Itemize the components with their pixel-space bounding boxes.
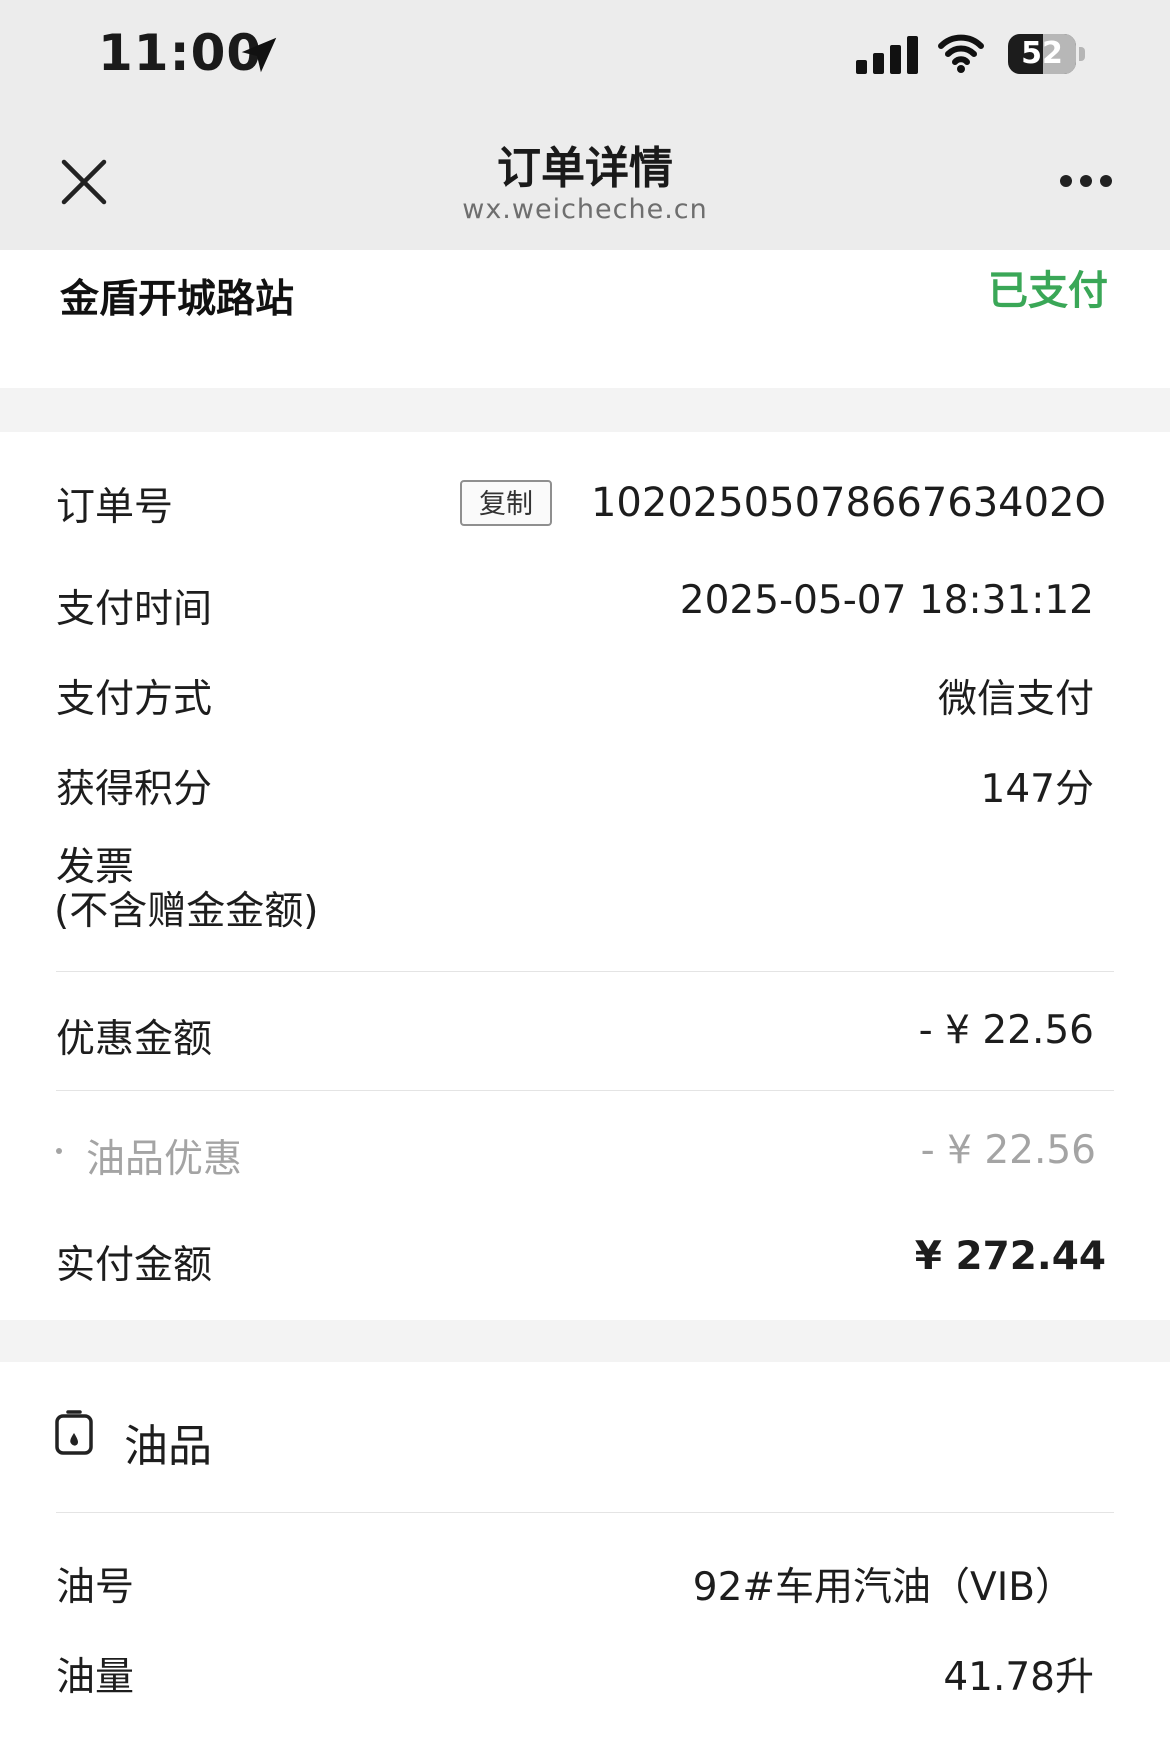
points-label: 获得积分 — [56, 767, 213, 812]
fuel-discount-label: 油品优惠 — [86, 1137, 243, 1182]
paid-amount-value: ¥ 272.44 — [914, 1234, 1106, 1279]
order-number-label: 订单号 — [56, 485, 174, 530]
page-title: 订单详情 — [497, 143, 673, 194]
invoice-note: (不含赠金金额) — [54, 889, 319, 934]
pay-time-label: 支付时间 — [56, 587, 213, 632]
location-arrow-icon — [241, 37, 277, 73]
pay-method-value: 微信支付 — [937, 677, 1094, 722]
fuel-volume-label: 油量 — [56, 1655, 135, 1700]
more-icon[interactable] — [1058, 172, 1114, 190]
payment-status-badge: 已支付 — [988, 268, 1108, 314]
fuel-section-title: 油品 — [124, 1421, 212, 1472]
fuel-type-label: 油号 — [56, 1565, 135, 1610]
cellular-signal-icon — [856, 36, 918, 74]
paid-amount-label: 实付金额 — [56, 1243, 213, 1288]
section-gap — [0, 1320, 1170, 1362]
order-number-value: 1020250507866763402O — [590, 480, 1106, 526]
discount-value: - ¥ 22.56 — [918, 1008, 1094, 1053]
fuel-volume-value: 41.78升 — [943, 1655, 1094, 1700]
copy-button[interactable]: 复制 — [460, 480, 552, 526]
battery-indicator: 52 — [1008, 34, 1088, 74]
station-name: 金盾开城路站 — [60, 277, 295, 322]
bullet-dot — [56, 1148, 62, 1154]
pay-method-label: 支付方式 — [56, 677, 213, 722]
section-gap — [0, 388, 1170, 432]
discount-label: 优惠金额 — [56, 1017, 213, 1062]
wifi-icon — [938, 34, 984, 73]
divider — [56, 1512, 1114, 1513]
divider — [56, 971, 1114, 972]
invoice-label[interactable]: 发票 — [56, 846, 134, 890]
pay-time-value: 2025-05-07 18:31:12 — [679, 578, 1094, 623]
battery-percent: 52 — [1021, 36, 1063, 71]
page-domain: wx.weicheche.cn — [462, 194, 708, 225]
fuel-discount-value: - ¥ 22.56 — [920, 1128, 1096, 1173]
divider — [56, 1090, 1114, 1091]
fuel-type-value: 92#车用汽油（VIB） — [692, 1565, 1074, 1610]
fuel-can-icon — [55, 1410, 93, 1455]
points-value: 147分 — [980, 767, 1094, 812]
